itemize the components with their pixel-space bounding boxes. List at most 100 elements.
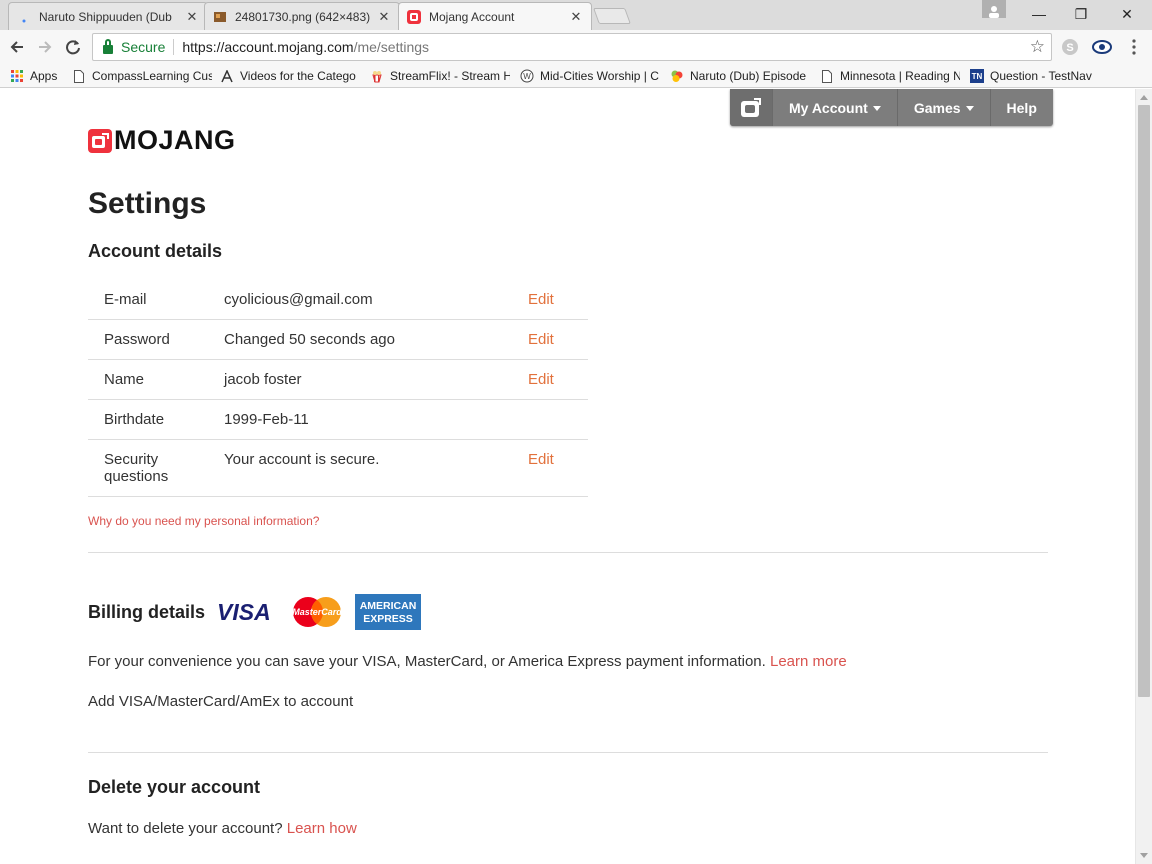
- close-tab-icon[interactable]: ✕: [569, 9, 583, 25]
- bookmark-minnesota[interactable]: Minnesota | Reading N: [820, 67, 960, 85]
- games-label: Games: [913, 99, 961, 116]
- learn-how-link[interactable]: Learn how: [287, 820, 357, 837]
- billing-learn-more-link[interactable]: Learn more: [770, 653, 847, 670]
- edit-password-link[interactable]: Edit: [528, 331, 554, 348]
- bookmark-apps[interactable]: Apps: [10, 67, 66, 85]
- scroll-down-arrow-icon[interactable]: [1140, 853, 1148, 858]
- row-value: Your account is secure.: [224, 451, 380, 468]
- amex-logo: AMERICAN EXPRESS: [355, 594, 422, 630]
- delete-account-heading: Delete your account: [88, 777, 261, 797]
- why-personal-info-link[interactable]: Why do you need my personal information?: [88, 514, 319, 528]
- omnibox-divider: [173, 39, 175, 55]
- row-value: jacob foster: [224, 371, 302, 388]
- mojang-wordmark: MOJANG: [114, 125, 236, 155]
- row-key: Birthdate: [104, 411, 165, 428]
- tab-title: Naruto Shippuuden (Dub: [39, 9, 172, 24]
- tab-title: 24801730.png (642×483): [235, 9, 371, 24]
- address-bar[interactable]: Secure https://account.mojang.com/me/set…: [92, 33, 1052, 61]
- svg-text:S: S: [1066, 42, 1073, 54]
- chevron-down-icon: [965, 106, 974, 111]
- account-details-table: E-mail cyolicious@gmail.com Edit Passwor…: [88, 280, 588, 497]
- mojang-favicon-icon: [407, 9, 421, 24]
- tab-strip: Naruto Shippuuden (Dub ✕ 24801730.png (6…: [0, 0, 1152, 30]
- bookmark-star-icon[interactable]: ☆: [1030, 37, 1045, 57]
- chevron-down-icon: [872, 106, 881, 111]
- back-icon[interactable]: [6, 36, 28, 58]
- url-path: /me/settings: [353, 39, 430, 55]
- add-card-link[interactable]: Add VISA/MasterCard/AmEx to account: [88, 693, 353, 710]
- billing-header: Billing details VISA MasterCard AMERICAN…: [88, 594, 433, 630]
- image-thumbnail-icon: [213, 10, 227, 24]
- bookmark-label: StreamFlix! - Stream H: [390, 69, 510, 83]
- page-icon: [72, 69, 86, 83]
- lock-icon: [103, 38, 113, 54]
- edit-name-link[interactable]: Edit: [528, 371, 554, 388]
- bookmark-compasslearning[interactable]: CompassLearning Cus: [72, 67, 212, 85]
- tab-naruto[interactable]: Naruto Shippuuden (Dub ✕: [8, 2, 208, 30]
- bookmark-midcities[interactable]: W Mid-Cities Worship | C: [520, 67, 660, 85]
- mojang-home-icon[interactable]: [730, 89, 772, 126]
- profile-icon[interactable]: [982, 0, 1006, 18]
- my-account-menu[interactable]: My Account: [772, 89, 897, 126]
- table-row: Password Changed 50 seconds ago Edit: [88, 320, 588, 360]
- close-tab-icon[interactable]: ✕: [185, 9, 199, 25]
- edit-email-link[interactable]: Edit: [528, 291, 554, 308]
- mojang-logo[interactable]: MOJANG: [88, 125, 236, 156]
- svg-text:W: W: [523, 72, 531, 81]
- forward-icon[interactable]: [34, 36, 56, 58]
- section-divider: [88, 752, 1048, 753]
- table-row: E-mail cyolicious@gmail.com Edit: [88, 280, 588, 320]
- secure-label: Secure: [121, 39, 166, 55]
- table-row: Security questions Your account is secur…: [88, 440, 588, 497]
- table-row: Name jacob foster Edit: [88, 360, 588, 400]
- close-tab-icon[interactable]: ✕: [377, 9, 391, 25]
- w-circle-icon: W: [520, 69, 534, 83]
- minimize-button[interactable]: —: [1016, 0, 1062, 28]
- window-close-button[interactable]: ✕: [1104, 0, 1150, 28]
- bookmark-streamflix[interactable]: StreamFlix! - Stream H: [370, 67, 510, 85]
- bookmark-videos[interactable]: Videos for the Catego: [220, 67, 360, 85]
- letter-a-icon: [220, 69, 234, 83]
- billing-description-text: For your convenience you can save your V…: [88, 653, 766, 670]
- row-key: E-mail: [104, 291, 147, 308]
- page-title: Settings: [88, 187, 207, 220]
- row-value: Changed 50 seconds ago: [224, 331, 395, 348]
- bookmark-naruto[interactable]: Naruto (Dub) Episode: [670, 67, 810, 85]
- bookmark-label: CompassLearning Cus: [92, 69, 212, 83]
- delete-question: Want to delete your account?: [88, 820, 283, 837]
- menu-kebab-icon[interactable]: [1124, 37, 1144, 57]
- apps-grid-icon: [10, 69, 24, 83]
- restore-button[interactable]: ❐: [1058, 0, 1104, 28]
- svg-text:MasterCard: MasterCard: [292, 607, 342, 617]
- row-value: 1999-Feb-11: [224, 411, 309, 428]
- tn-icon: TN: [970, 69, 984, 83]
- scrollbar-thumb[interactable]: [1138, 105, 1150, 697]
- svg-text:AMERICAN: AMERICAN: [360, 600, 417, 612]
- bookmark-label: Videos for the Catego: [240, 69, 356, 83]
- mojang-mark-icon: [88, 128, 112, 153]
- scroll-up-arrow-icon[interactable]: [1140, 95, 1148, 100]
- help-link[interactable]: Help: [989, 89, 1053, 126]
- page-scrollbar[interactable]: [1135, 89, 1152, 864]
- new-tab-button[interactable]: [593, 8, 631, 24]
- visa-logo: VISA: [215, 600, 279, 624]
- mastercard-logo: MasterCard: [291, 596, 343, 628]
- row-key: Password: [104, 331, 170, 348]
- reload-icon[interactable]: [62, 36, 84, 58]
- tab-title: Mojang Account: [429, 9, 515, 24]
- skype-extension-icon[interactable]: S: [1060, 37, 1080, 57]
- delete-account-text: Want to delete your account? Learn how: [88, 820, 357, 837]
- tab-mojang-account[interactable]: Mojang Account ✕: [398, 2, 592, 30]
- bookmark-testnav[interactable]: TN Question - TestNav: [970, 67, 1100, 85]
- tab-image[interactable]: 24801730.png (642×483) ✕: [204, 2, 400, 30]
- bookmark-label: Mid-Cities Worship | C: [540, 69, 659, 83]
- popcorn-icon: [370, 69, 384, 83]
- edit-security-questions-link[interactable]: Edit: [528, 451, 554, 468]
- games-menu[interactable]: Games: [896, 89, 990, 126]
- eye-extension-icon[interactable]: [1092, 37, 1112, 57]
- bookmark-label: Question - TestNav: [990, 69, 1092, 83]
- bookmark-label: Naruto (Dub) Episode: [690, 69, 807, 83]
- section-divider: [88, 552, 1048, 553]
- svg-text:VISA: VISA: [217, 600, 271, 624]
- loading-icon: [17, 10, 31, 24]
